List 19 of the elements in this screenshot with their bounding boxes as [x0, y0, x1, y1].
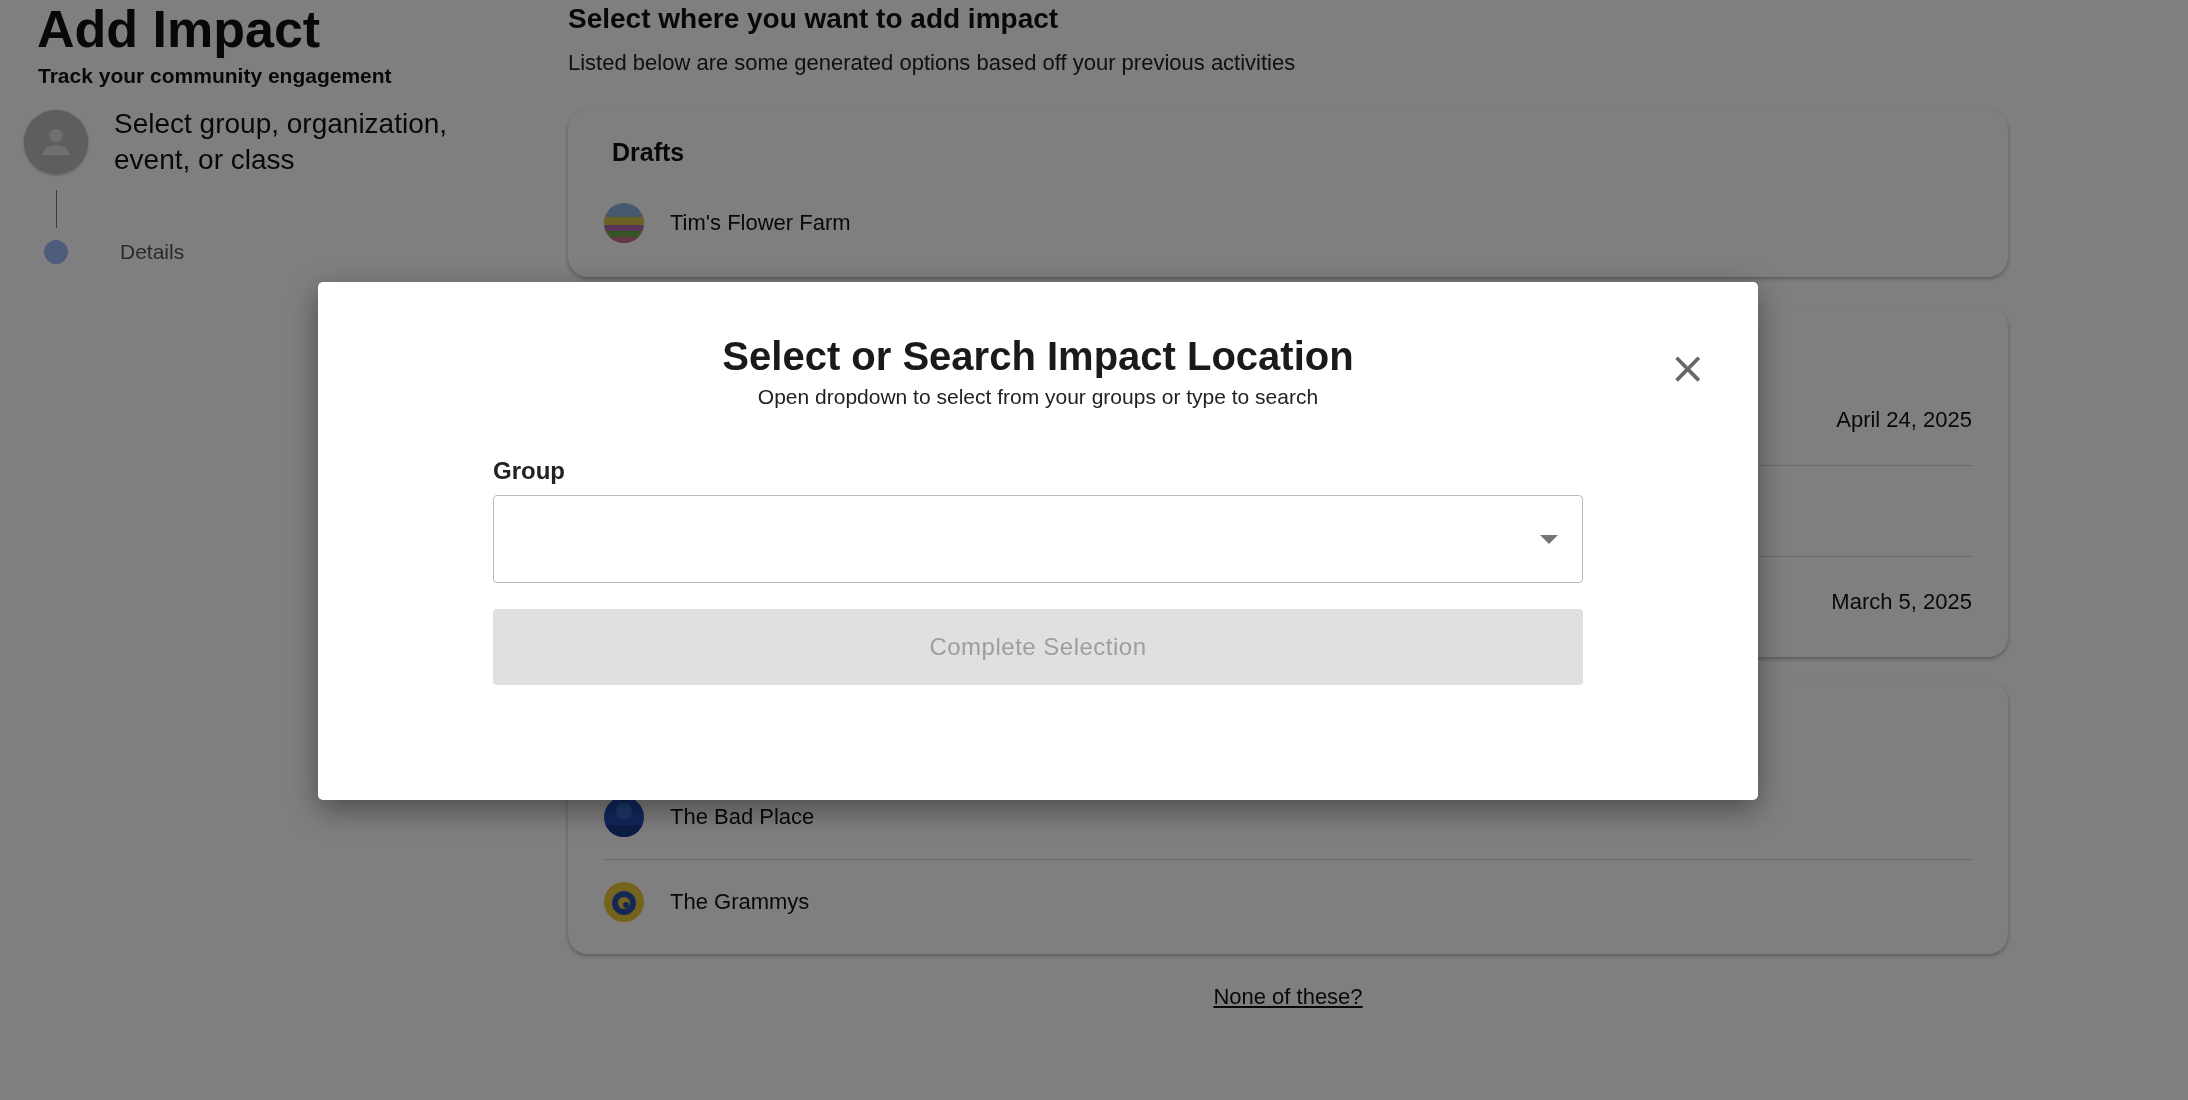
item-date: March 5, 2025 — [1831, 589, 1972, 615]
field-label: Group — [493, 457, 566, 485]
dialog-subtitle: Open dropdown to select from your groups or type to search — [757, 385, 1319, 409]
list-item-name[interactable]: The Grammys — [670, 889, 810, 915]
card-title: Drafts — [611, 138, 686, 167]
step-label: Select group, organization, event, or class — [114, 107, 449, 177]
page-title: Add Impact — [36, 0, 322, 58]
page-subtitle: Track your community engagement — [37, 64, 393, 88]
item-date: April 24, 2025 — [1836, 407, 1972, 433]
step-label: Details — [120, 240, 185, 264]
section-heading: Select where you want to add impact — [568, 2, 1060, 36]
group-select-field[interactable] — [493, 495, 1583, 583]
caret-icon — [1540, 534, 1558, 544]
dialog-title: Select or Search Impact Location — [722, 334, 1354, 379]
section-description: Listed below are some generated options based off your previous activities — [568, 50, 1297, 76]
none-of-these-link[interactable]: None of these? — [1213, 984, 1363, 1010]
close-button[interactable]: × — [1665, 348, 1710, 388]
list-item-name[interactable]: Tim's Flower Farm — [670, 210, 851, 236]
list-item-name[interactable]: The Bad Place — [670, 804, 815, 830]
